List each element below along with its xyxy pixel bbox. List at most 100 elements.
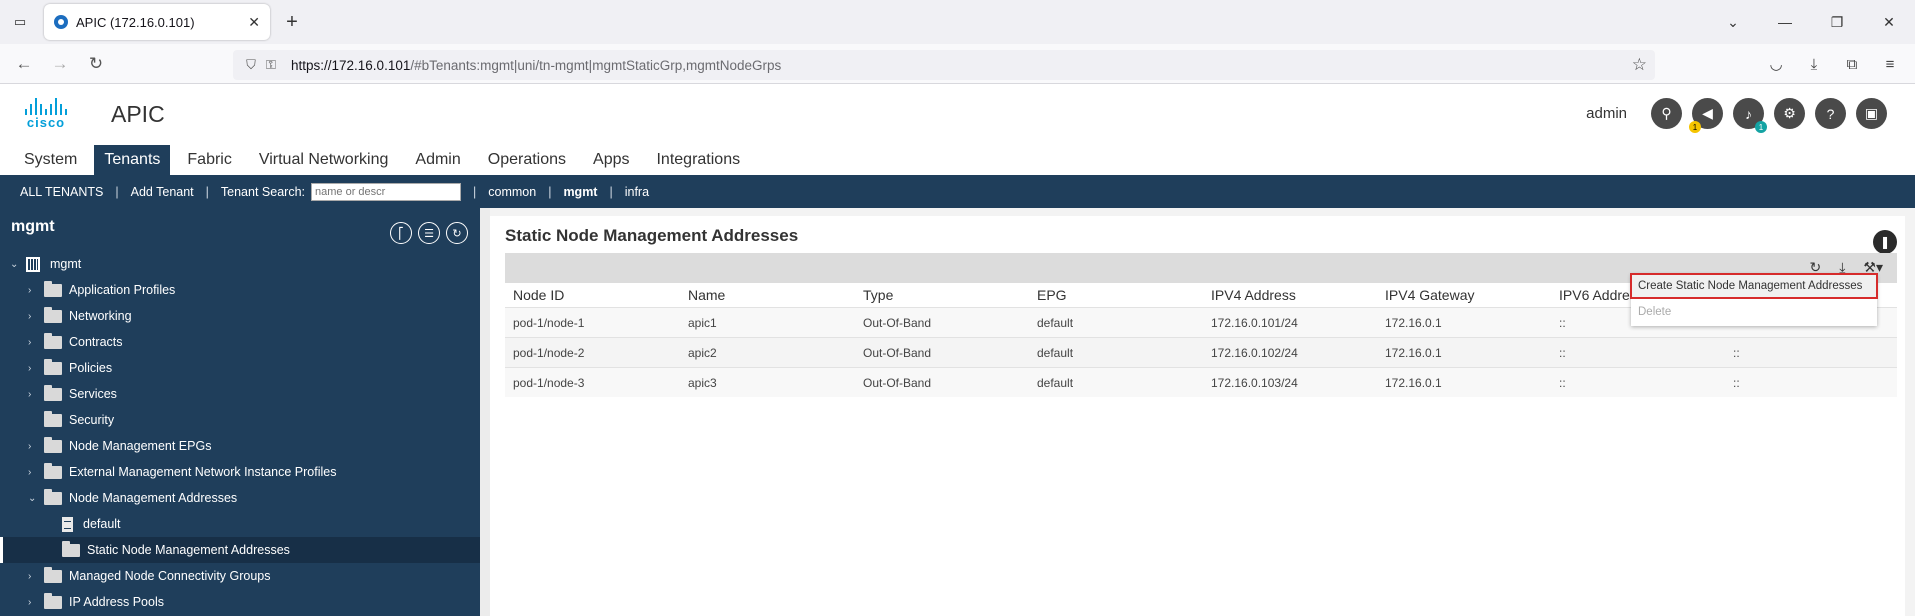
column-header[interactable]: IPV4 Address <box>1203 287 1377 303</box>
chevron-down-icon[interactable]: ⌄ <box>28 493 38 504</box>
separator: | <box>548 184 552 199</box>
menu-tenants[interactable]: Tenants <box>94 145 171 175</box>
username[interactable]: admin <box>1586 105 1627 122</box>
column-header[interactable]: IPV4 Gateway <box>1377 287 1551 303</box>
chevron-right-icon[interactable]: › <box>28 311 38 322</box>
tree-item-application-profiles[interactable]: › Application Profiles <box>0 277 480 303</box>
tree-item-policies[interactable]: › Policies <box>0 355 480 381</box>
settings-gear-icon[interactable]: ⚙ <box>1774 98 1805 129</box>
tenant-search-label: Tenant Search: <box>220 184 305 199</box>
shield-icon: ⛉ <box>246 57 256 72</box>
pane-divider[interactable] <box>480 208 490 616</box>
all-tenants-link[interactable]: ALL TENANTS <box>20 185 103 199</box>
folder-icon <box>44 410 62 427</box>
chevron-right-icon[interactable]: › <box>28 337 38 348</box>
lock-icon: ⚿ <box>266 57 276 72</box>
extensions-icon[interactable]: ⧉ <box>1833 56 1871 73</box>
add-tenant-link[interactable]: Add Tenant <box>131 185 194 199</box>
tree-item-external-management-network-instance-profiles[interactable]: › External Management Network Instance P… <box>0 459 480 485</box>
notification-bell-icon[interactable]: ♪ 1 <box>1733 98 1767 133</box>
tenant-infra-link[interactable]: infra <box>625 185 649 199</box>
menu-fabric[interactable]: Fabric <box>177 145 241 175</box>
table-row[interactable]: pod-1/node-3 apic3 Out-Of-Band default 1… <box>505 367 1897 397</box>
menu-apps[interactable]: Apps <box>583 145 639 175</box>
browser-toolbar-right: ◡ ⤓ ⧉ ≡ <box>1757 44 1909 84</box>
download-icon[interactable]: ⤓ <box>1795 56 1833 73</box>
actions-dropdown-menu: Create Static Node Management Addresses … <box>1630 273 1878 326</box>
tenant-sub-menu: ALL TENANTS | Add Tenant | Tenant Search… <box>0 175 1915 208</box>
tree-item-default[interactable]: default <box>0 511 480 537</box>
page-title: Static Node Management Addresses <box>505 226 799 245</box>
refresh-tree-icon[interactable]: ↻ <box>446 222 468 244</box>
chevron-right-icon[interactable]: › <box>28 389 38 400</box>
static-node-addresses-panel: Static Node Management Addresses ❚ ↻ ⤓ ⚒… <box>490 216 1905 616</box>
reload-icon[interactable]: ↻ <box>78 54 114 74</box>
tenant-common-link[interactable]: common <box>488 185 536 199</box>
chevron-right-icon[interactable]: › <box>28 285 38 296</box>
close-tab-icon[interactable]: ✕ <box>248 14 260 31</box>
alerts-badge: 1 <box>1689 121 1701 133</box>
chevron-right-icon[interactable]: › <box>28 363 38 374</box>
navigation-sidebar: mgmt ⎡ ☰ ↻ ⌄ mgmt › Application Profiles… <box>0 208 480 616</box>
restore-icon[interactable]: ❐ <box>1811 14 1863 31</box>
minimize-icon[interactable]: — <box>1759 14 1811 30</box>
menu-operations[interactable]: Operations <box>478 145 576 175</box>
announcement-icon[interactable]: ◀ 1 <box>1689 98 1723 133</box>
chevron-right-icon[interactable]: › <box>28 467 38 478</box>
table-row[interactable]: pod-1/node-2 apic2 Out-Of-Band default 1… <box>505 337 1897 367</box>
chevron-right-icon[interactable]: › <box>28 441 38 452</box>
bookmark-icon[interactable]: ❚ <box>1873 230 1897 254</box>
tree-item-security[interactable]: Security <box>0 407 480 433</box>
new-tab-icon[interactable]: + <box>274 11 310 34</box>
back-icon[interactable]: ← <box>6 54 42 74</box>
forward-icon[interactable]: → <box>42 54 78 74</box>
folder-icon <box>44 306 62 323</box>
tree-item-managed-node-connectivity-groups[interactable]: › Managed Node Connectivity Groups <box>0 563 480 589</box>
tree-item-mgmt[interactable]: ⌄ mgmt <box>0 251 480 277</box>
tree-item-static-node-management-addresses[interactable]: Static Node Management Addresses <box>0 537 480 563</box>
column-header[interactable]: Node ID <box>505 287 680 303</box>
tree-item-node-management-epgs[interactable]: › Node Management EPGs <box>0 433 480 459</box>
favicon-icon <box>54 15 68 29</box>
pocket-icon[interactable]: ◡ <box>1757 55 1795 73</box>
search-icon[interactable]: ⚲ <box>1651 98 1682 129</box>
tenant-search-input[interactable] <box>311 182 461 201</box>
tree-item-node-management-addresses[interactable]: ⌄ Node Management Addresses <box>0 485 480 511</box>
window-close-icon[interactable]: ✕ <box>1863 14 1915 31</box>
create-static-node-addresses-menu-item[interactable]: Create Static Node Management Addresses <box>1630 273 1878 299</box>
menu-icon[interactable]: ≡ <box>1871 56 1909 73</box>
chevron-right-icon[interactable]: › <box>28 597 38 608</box>
collapse-tree-icon[interactable]: ⎡ <box>390 222 412 244</box>
tree-item-ip-address-pools[interactable]: › IP Address Pools <box>0 589 480 615</box>
menu-admin[interactable]: Admin <box>405 145 470 175</box>
tab-title: APIC (172.16.0.101) <box>76 14 195 30</box>
browser-tab-bar: ▭ APIC (172.16.0.101) ✕ + ⌄ — ❐ ✕ <box>0 0 1915 44</box>
tree-options-icon[interactable]: ☰ <box>418 222 440 244</box>
tree-item-contracts[interactable]: › Contracts <box>0 329 480 355</box>
column-header[interactable]: Type <box>855 287 1029 303</box>
work-pane: Static Node Management Addresses ❚ ↻ ⤓ ⚒… <box>490 208 1915 616</box>
column-header[interactable]: EPG <box>1029 287 1203 303</box>
navigation-tree: ⌄ mgmt › Application Profiles › Networki… <box>0 251 480 615</box>
chevron-right-icon[interactable]: › <box>28 571 38 582</box>
bookmark-star-icon[interactable]: ☆ <box>1632 55 1647 75</box>
chevron-down-icon[interactable]: ⌄ <box>10 259 20 270</box>
tenant-mgmt-link[interactable]: mgmt <box>563 185 597 199</box>
apic-header: cisco APIC admin ⚲ ◀ 1 ♪ 1 ⚙ ? ▣ <box>0 84 1915 143</box>
tree-item-services[interactable]: › Services <box>0 381 480 407</box>
tab-list-icon[interactable]: ▭ <box>0 0 40 44</box>
menu-system[interactable]: System <box>14 145 87 175</box>
url-bar[interactable]: ⛉ ⚿ https://172.16.0.101/#bTenants:mgmt|… <box>233 50 1655 80</box>
browser-tab[interactable]: APIC (172.16.0.101) ✕ <box>44 4 270 40</box>
tree-item-networking[interactable]: › Networking <box>0 303 480 329</box>
menu-integrations[interactable]: Integrations <box>646 145 750 175</box>
url-text: https://172.16.0.101/#bTenants:mgmt|uni/… <box>291 57 782 73</box>
menu-virtual-networking[interactable]: Virtual Networking <box>249 145 399 175</box>
folder-icon <box>44 488 62 505</box>
help-icon[interactable]: ? <box>1815 98 1846 129</box>
column-header[interactable]: Name <box>680 287 855 303</box>
delete-menu-item: Delete <box>1638 306 1672 318</box>
folder-icon <box>44 436 62 453</box>
system-tools-icon[interactable]: ▣ <box>1856 98 1887 129</box>
tab-overflow-icon[interactable]: ⌄ <box>1707 14 1759 31</box>
